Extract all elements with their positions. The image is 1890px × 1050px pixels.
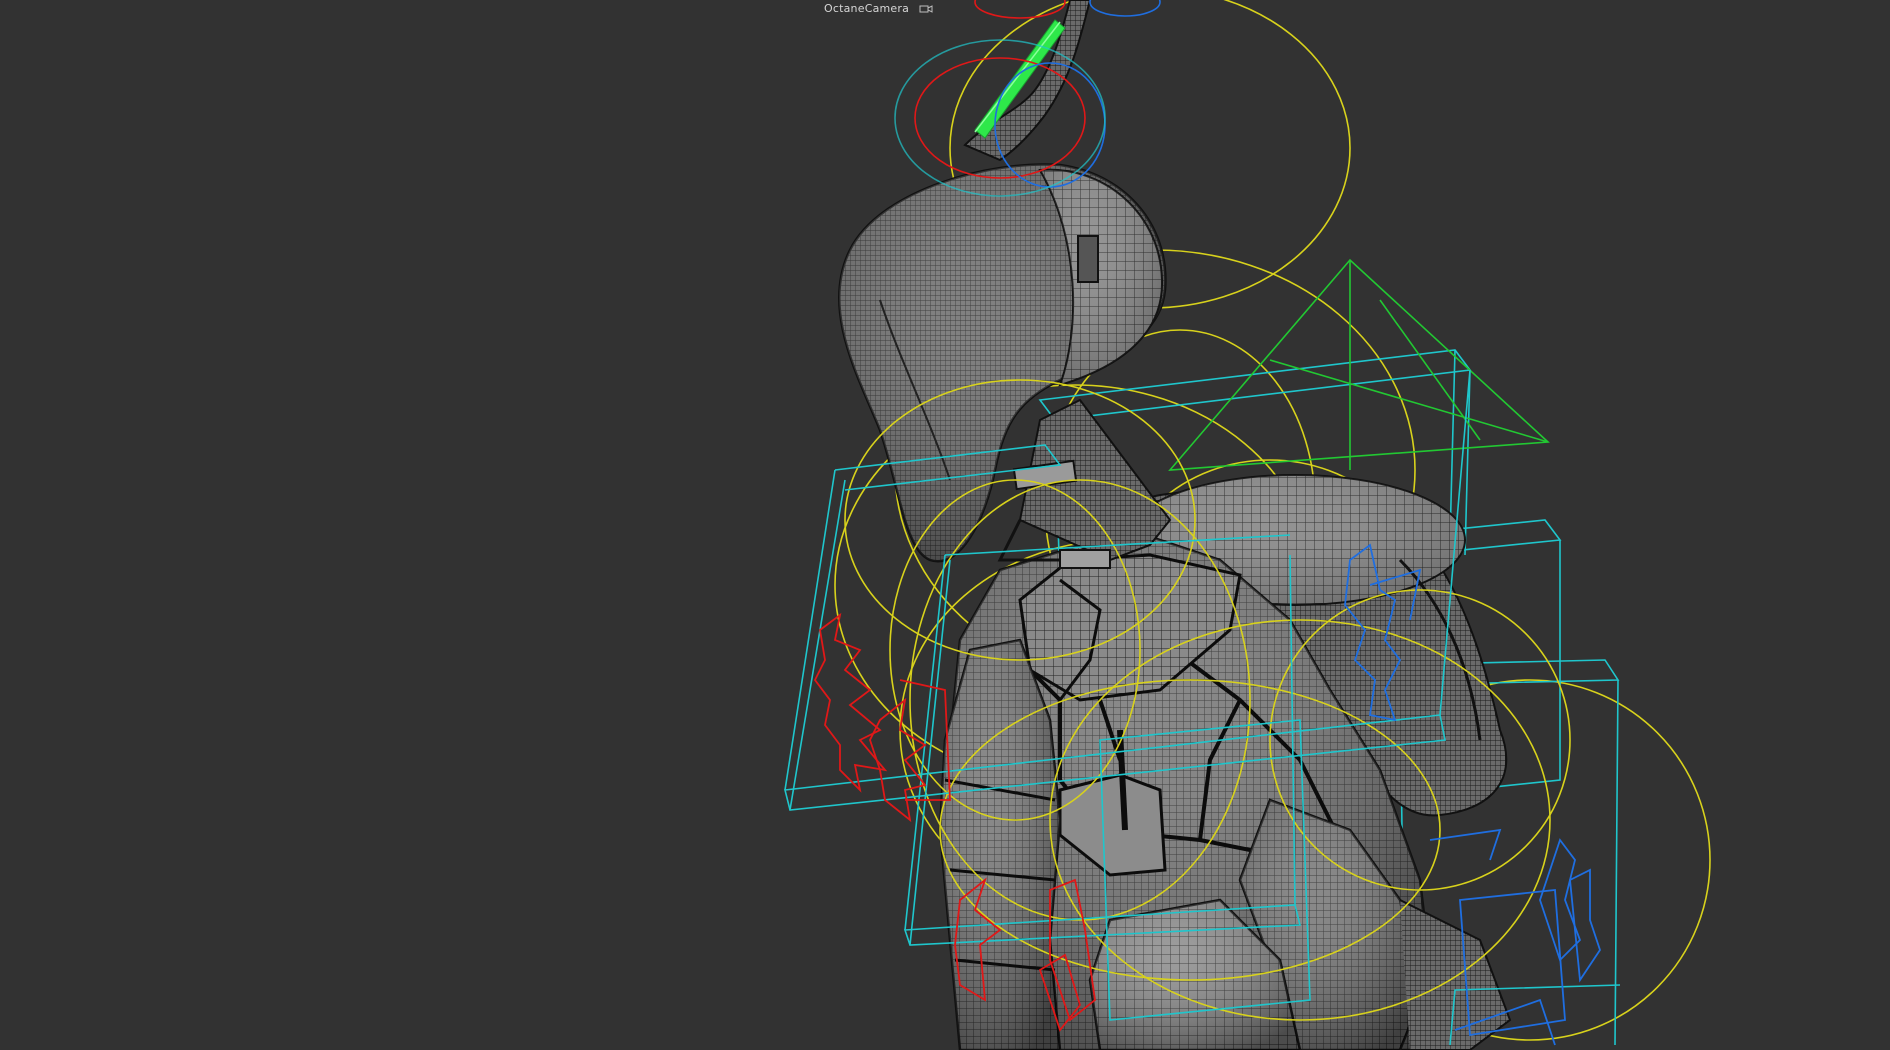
green-ik-handles[interactable]	[1168, 258, 1550, 471]
scene-render[interactable]	[0, 0, 1890, 1050]
camera-link-icon[interactable]	[919, 3, 933, 15]
camera-name: OctaneCamera	[824, 2, 910, 15]
left-arm-mesh[interactable]	[938, 638, 1062, 1050]
viewport-camera-label[interactable]: OctaneCamera	[824, 2, 933, 15]
3d-viewport[interactable]: OctaneCamera	[0, 0, 1890, 1050]
